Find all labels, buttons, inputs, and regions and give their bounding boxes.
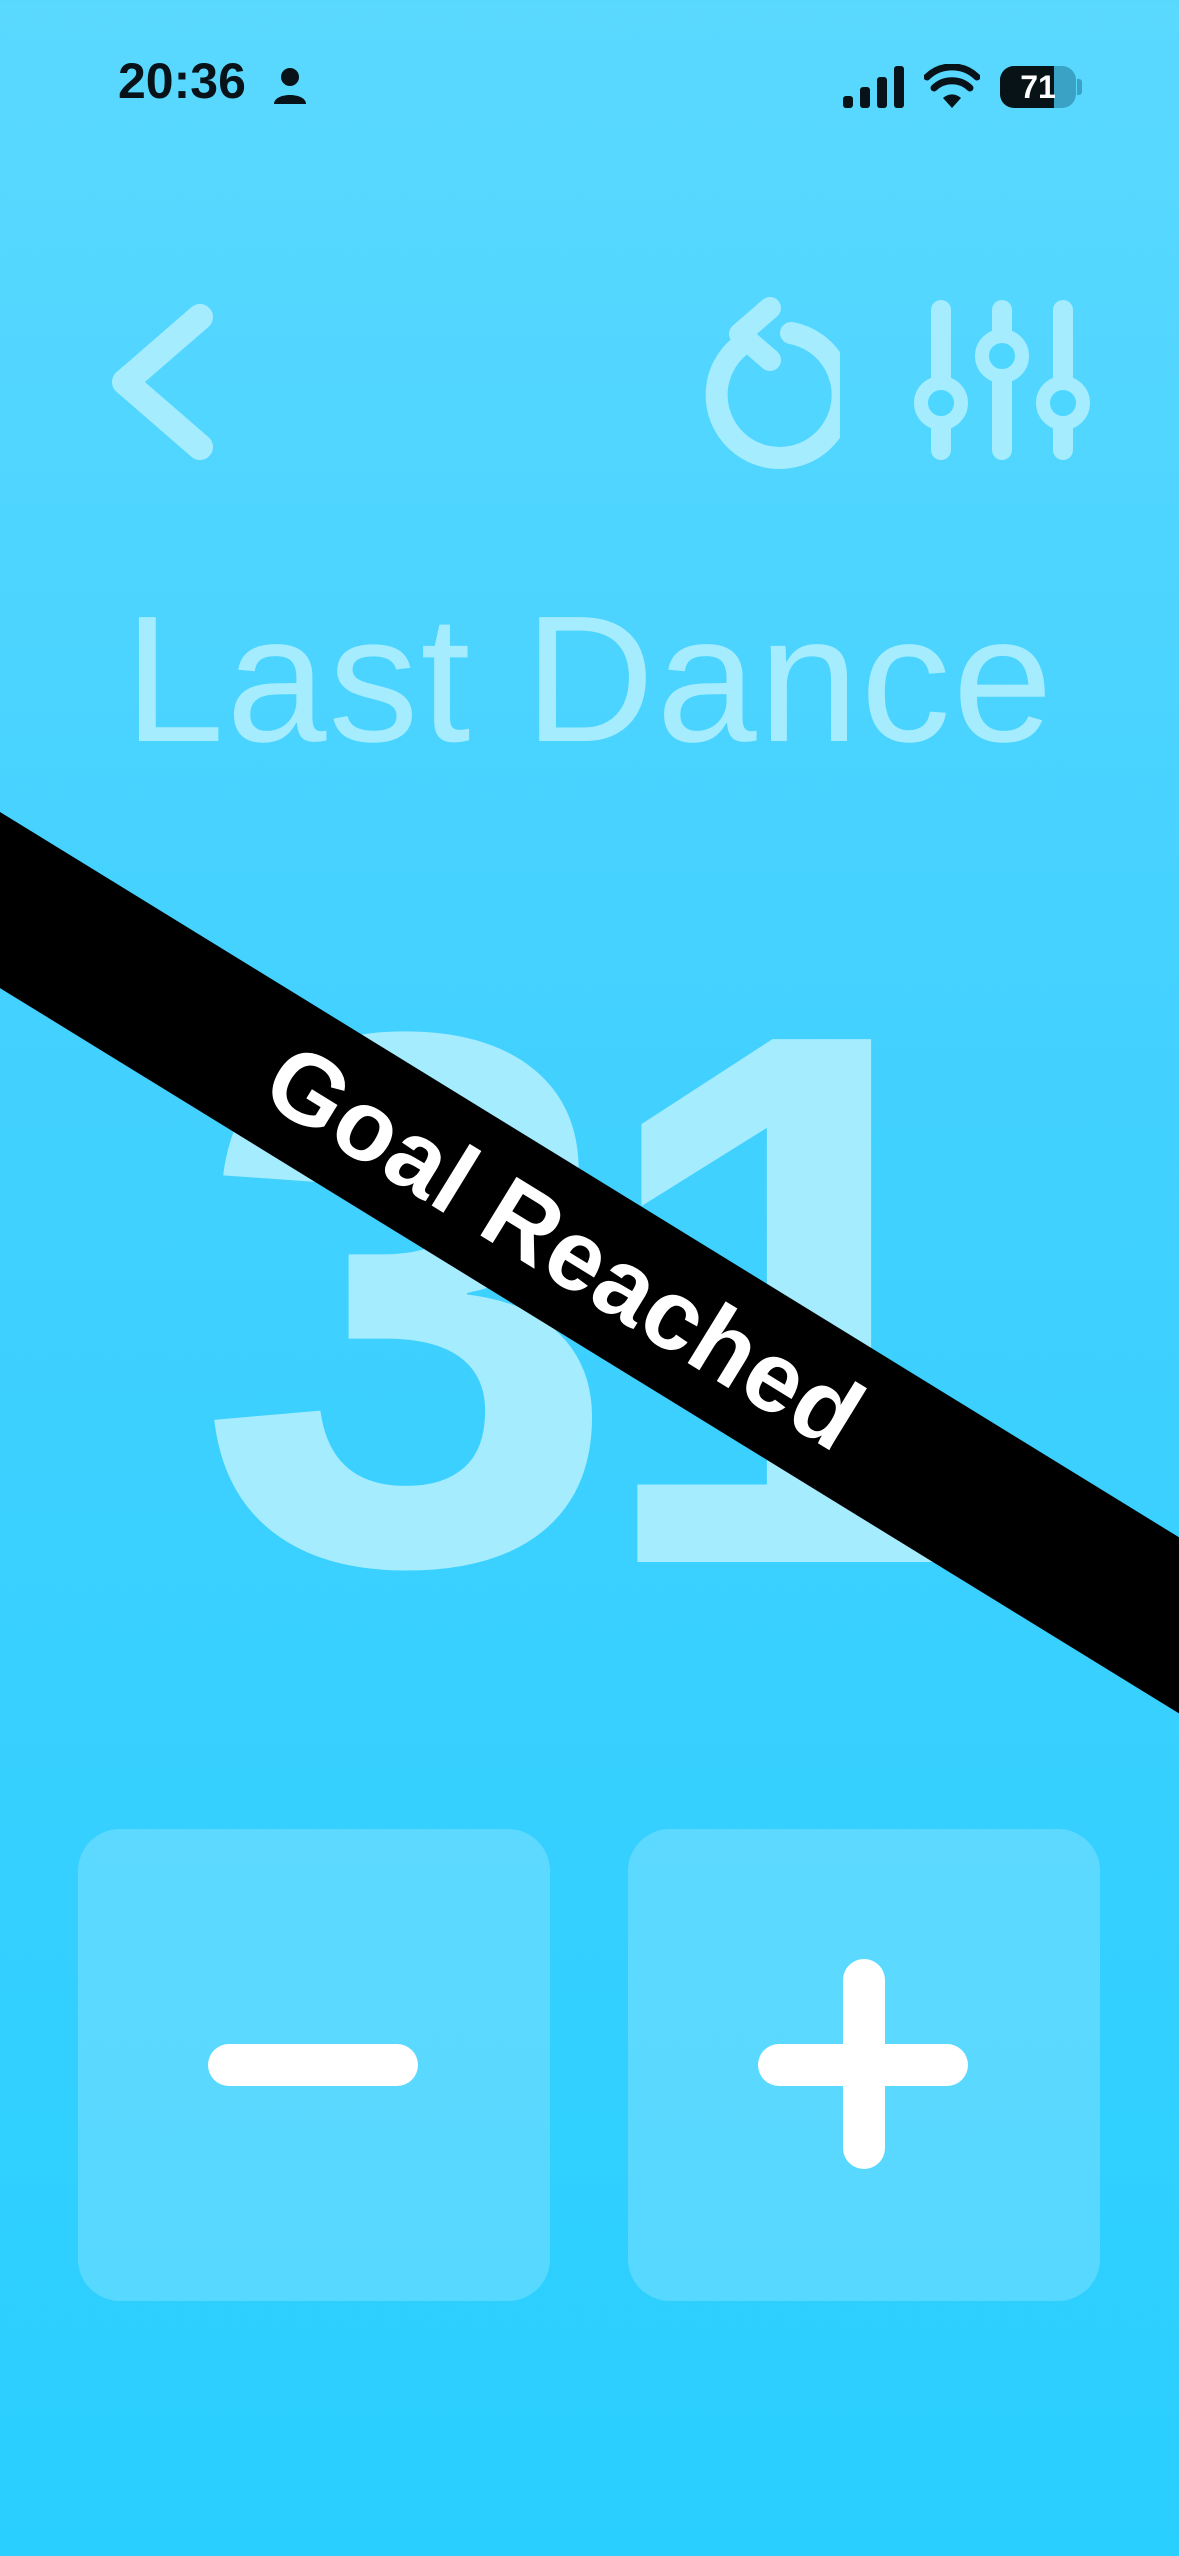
battery-percent: 71	[1020, 69, 1056, 105]
decrement-button[interactable]	[78, 1829, 550, 2301]
status-time: 20:36	[118, 53, 246, 109]
person-icon	[274, 68, 306, 104]
battery-cap	[1077, 79, 1082, 95]
wifi-icon	[924, 64, 980, 108]
battery-icon: 71	[1000, 66, 1076, 108]
minus-icon	[208, 2044, 418, 2086]
cellular-signal-icon	[843, 66, 904, 108]
counterclockwise-arrow-icon	[705, 297, 854, 469]
status-bar: 20:36 71	[0, 0, 1179, 170]
counter-title: Last Dance	[124, 579, 1055, 780]
sliders-icon	[914, 300, 1090, 460]
chevron-left-icon	[112, 304, 213, 460]
reset-button[interactable]	[690, 290, 854, 480]
increment-button[interactable]	[628, 1829, 1100, 2301]
settings-button[interactable]	[905, 290, 1095, 480]
back-button[interactable]	[100, 290, 240, 480]
